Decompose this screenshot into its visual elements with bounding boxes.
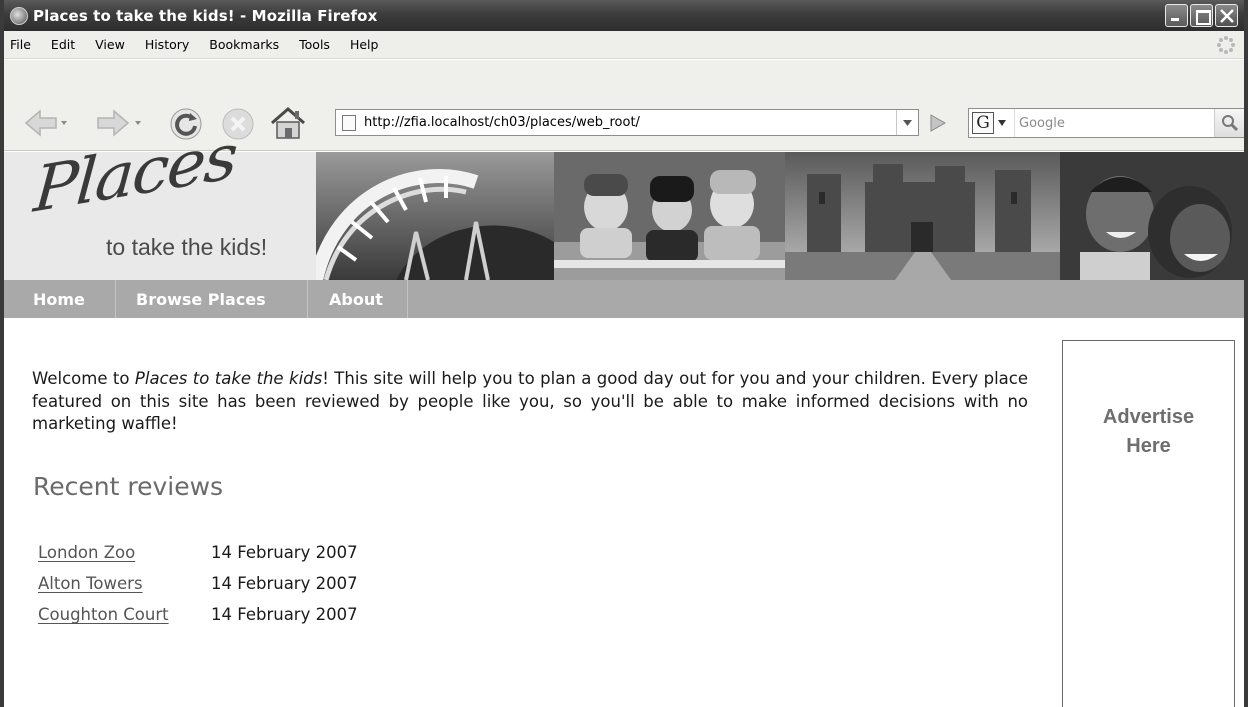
nav-home[interactable]: Home — [4, 280, 116, 318]
url-dropdown[interactable] — [896, 110, 918, 135]
close-icon — [1220, 9, 1234, 23]
review-row: Alton Towers 14 February 2007 — [38, 568, 358, 599]
search-input[interactable]: Google — [1015, 116, 1214, 131]
go-icon[interactable] — [925, 112, 949, 134]
site-logo[interactable]: Places to take the kids! — [4, 120, 316, 280]
advertise-text: Advertise Here — [1063, 403, 1234, 461]
close-button[interactable] — [1215, 4, 1238, 27]
address-bar[interactable]: http://zfia.localhost/ch03/places/web_ro… — [335, 109, 919, 136]
review-link[interactable]: Alton Towers — [38, 574, 211, 593]
url-text[interactable]: http://zfia.localhost/ch03/places/web_ro… — [364, 115, 896, 130]
kids-snow-photo — [554, 152, 785, 280]
menu-edit[interactable]: Edit — [51, 37, 75, 52]
google-icon: G — [972, 112, 994, 134]
nav-about[interactable]: About — [308, 280, 408, 318]
rollercoaster-photo — [316, 152, 554, 280]
intro-site-name: Places to take the kids — [134, 369, 323, 388]
logo-tagline: to take the kids! — [106, 234, 268, 260]
review-date: 14 February 2007 — [211, 543, 358, 562]
back-icon[interactable] — [22, 107, 68, 139]
advertise-line1: Advertise — [1102, 406, 1195, 428]
chevron-down-icon — [903, 119, 912, 126]
menu-help[interactable]: Help — [350, 37, 379, 52]
home-icon[interactable] — [269, 105, 307, 141]
review-date: 14 February 2007 — [211, 574, 358, 593]
chevron-down-icon — [998, 120, 1006, 126]
magnifier-icon — [1221, 115, 1238, 132]
intro-prefix: Welcome to — [32, 369, 135, 388]
menu-view[interactable]: View — [95, 37, 125, 52]
menu-bookmarks[interactable]: Bookmarks — [209, 37, 279, 52]
title-bar: Places to take the kids! - Mozilla Firef… — [4, 0, 1244, 31]
forward-icon[interactable] — [96, 107, 142, 139]
castle-photo — [785, 152, 1060, 280]
advertise-box[interactable]: Advertise Here — [1062, 340, 1235, 707]
window-title: Places to take the kids! - Mozilla Firef… — [33, 6, 378, 25]
firefox-icon — [10, 6, 28, 25]
page-icon — [342, 114, 356, 131]
recent-reviews-heading: Recent reviews — [33, 472, 224, 501]
menu-file[interactable]: File — [10, 37, 31, 52]
advertise-line2: Here — [1126, 435, 1171, 457]
reviews-list: London Zoo 14 February 2007 Alton Towers… — [38, 537, 358, 630]
kids-laughing-photo — [1060, 152, 1244, 280]
review-row: London Zoo 14 February 2007 — [38, 537, 358, 568]
minimize-button[interactable] — [1165, 4, 1188, 27]
intro-paragraph: Welcome to Places to take the kids! This… — [32, 368, 1028, 436]
throbber-icon — [1217, 36, 1235, 54]
menu-tools[interactable]: Tools — [299, 37, 330, 52]
maximize-button[interactable] — [1190, 4, 1213, 27]
review-link[interactable]: London Zoo — [38, 543, 211, 562]
search-bar[interactable]: G Google — [968, 108, 1244, 138]
search-engine-selector[interactable]: G — [969, 109, 1015, 137]
nav-browse-places[interactable]: Browse Places — [116, 280, 308, 318]
menu-history[interactable]: History — [145, 37, 189, 52]
review-row: Coughton Court 14 February 2007 — [38, 599, 358, 630]
review-date: 14 February 2007 — [211, 605, 358, 624]
site-banner: Places to take the kids! — [4, 120, 1244, 280]
search-button[interactable] — [1214, 109, 1244, 137]
review-link[interactable]: Coughton Court — [38, 605, 211, 624]
window-controls — [1165, 4, 1238, 27]
site-nav: Home Browse Places About — [4, 280, 1244, 318]
menu-bar: File Edit View History Bookmarks Tools H… — [4, 31, 1244, 59]
browser-window: Places to take the kids! - Mozilla Firef… — [0, 0, 1248, 707]
